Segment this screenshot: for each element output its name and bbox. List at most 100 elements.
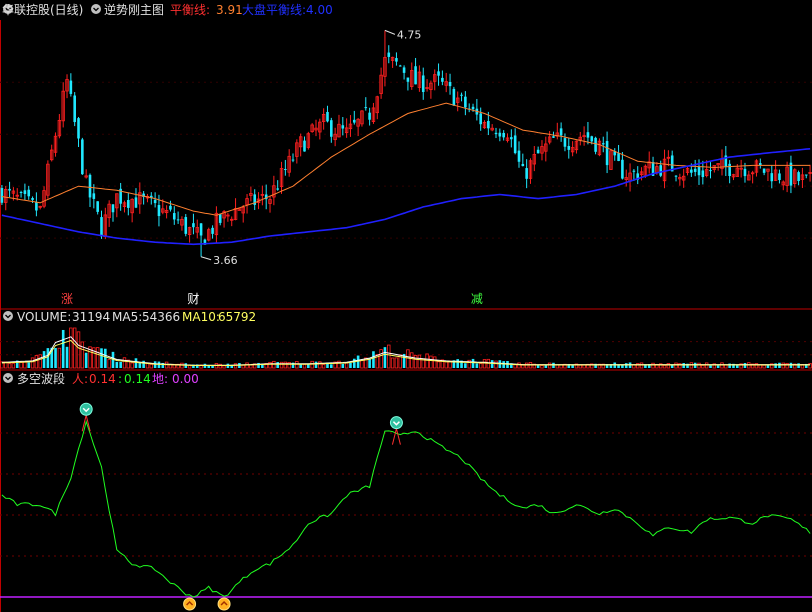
volume-bar [682,363,685,368]
volume-bar [624,363,628,368]
b-value: 0.14 [124,372,151,386]
candle-body [621,159,624,179]
oscillator-menu-icon[interactable] [3,373,13,383]
candle-body [100,217,103,237]
indicator-menu-icon[interactable] [91,4,101,14]
volume-bar [349,362,352,368]
candle-body [563,138,567,147]
candle-body [601,143,605,145]
stock-chart[interactable]: 4.75 3.66 涨 财 减 华联控股(日线) 逆势刚主图 平衡线: 3.91 大… [0,0,812,612]
candle-body [35,202,38,211]
candle-body [789,162,793,186]
candle-body [184,217,188,234]
candle-body [387,52,391,57]
volume-bar [774,363,777,368]
candle-body [797,172,800,182]
volume-bar [464,363,467,368]
candle-body [498,132,502,137]
volume-bar [134,358,138,368]
candle-body [494,132,498,135]
di-value: 0.00 [172,372,199,386]
volume-menu-icon[interactable] [3,311,13,321]
candle-body [594,137,597,152]
ren-label: 人: [72,372,88,386]
buy-signal-icon [217,597,231,611]
candle-body [709,170,712,172]
candle-body [172,213,176,220]
candle-body [31,198,34,200]
candle-body [452,88,456,106]
volume-bar [490,360,494,368]
sell-signal-icon [79,402,93,416]
volume-bar [42,351,46,368]
volume-bar [330,364,333,368]
volume-bar [261,364,264,368]
candle-body [73,95,76,123]
candle-body [134,197,138,208]
volume-bar [475,363,479,368]
volume-bar [716,365,720,368]
candle-body [762,168,766,173]
candle-body [590,136,594,142]
volume-bar [115,361,119,368]
volume-bar [142,360,145,368]
candle-body [157,205,161,217]
volume-value: 31194 [72,310,110,324]
candle-body [199,223,203,236]
ma5-value: 54366 [142,310,180,324]
volume-header: VOLUME: 31194 MA5: 54366 MA10: 65792 [3,310,256,324]
candle-body [169,205,172,210]
chart-background [0,0,812,612]
candle-body [464,96,467,108]
volume-bar [100,348,103,368]
volume-bar [276,362,279,368]
volume-bar [356,355,360,368]
candle-body [471,106,475,110]
b-label: : [118,372,122,386]
candle-body [69,80,73,94]
balance-label: 平衡线: [170,3,210,17]
candle-body [659,165,663,176]
candle-body [502,132,505,138]
candle-body [674,175,678,177]
candle-body [701,170,705,178]
candle-body [303,140,306,152]
volume-bar [372,351,375,368]
volume-bar [471,358,475,368]
volume-label: VOLUME: [17,310,71,324]
stock-name: 华联控股(日线) [2,3,83,17]
volume-bar [709,365,712,368]
volume-bar [341,363,345,368]
volume-bar [84,352,88,368]
candle-body [414,66,417,85]
volume-bar [61,329,65,368]
candle-body [525,168,528,179]
candle-body [406,77,410,82]
market-balance-label: 大盘平衡线: [242,2,306,17]
candle-body [364,107,368,109]
candle-body [88,174,92,198]
ma5-label: MA5: [112,310,142,324]
candle-body [460,94,463,96]
candle-body [368,112,371,120]
candle-body [77,118,80,139]
volume-bar [54,348,57,368]
candle-body [728,163,731,177]
candle-body [690,169,693,173]
volume-bar [314,361,318,368]
volume-bar [456,359,460,368]
candle-body [81,139,84,175]
candle-body [567,146,571,150]
candle-body [284,169,287,171]
market-balance-value: 4.00 [306,3,333,17]
candle-body [402,67,406,73]
oscillator-title: 多空波段 [17,371,65,386]
candle-body [23,190,27,194]
candle-body [8,188,11,191]
buy-signal-icon [183,597,197,611]
volume-bar [571,365,574,368]
candle-body [96,201,99,212]
candle-body [770,173,774,182]
candle-body [192,223,195,228]
event-marker: 减 [471,292,483,306]
